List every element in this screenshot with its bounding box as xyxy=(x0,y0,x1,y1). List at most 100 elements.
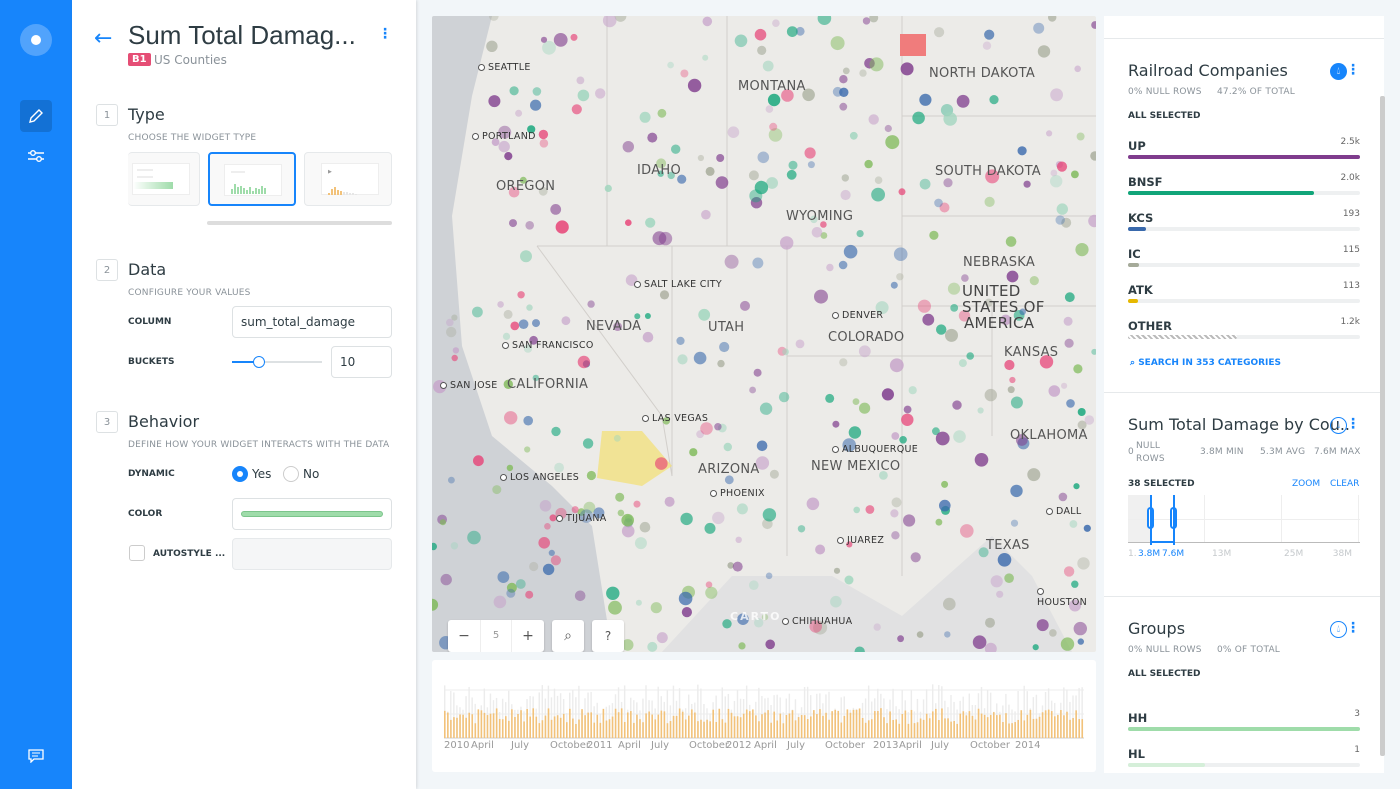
pencil-icon[interactable] xyxy=(20,100,52,132)
data-point xyxy=(497,301,504,308)
data-point xyxy=(884,124,892,133)
data-point xyxy=(1050,88,1063,102)
search-categories-link[interactable]: ⌕ SEARCH IN 353 CATEGORIES xyxy=(1130,358,1281,368)
dynamic-no-radio[interactable]: No xyxy=(283,466,319,482)
data-point xyxy=(532,319,540,328)
time-bar xyxy=(599,722,602,738)
widgets-scrollbar[interactable] xyxy=(1380,96,1385,756)
histogram-chart[interactable] xyxy=(1128,495,1360,545)
color-picker[interactable] xyxy=(232,498,392,530)
max-stat: 7.6M MAX xyxy=(1314,447,1361,457)
data-point xyxy=(862,17,871,25)
widget-type-histogram[interactable] xyxy=(208,152,296,206)
zoom-link[interactable]: ZOOM xyxy=(1292,479,1320,489)
data-point xyxy=(1048,385,1061,397)
time-bar xyxy=(1041,712,1044,738)
data-point xyxy=(1073,621,1087,636)
widget-type-category[interactable] xyxy=(128,152,200,206)
zoom-out-button[interactable]: − xyxy=(448,628,480,644)
color-drop-icon[interactable]: 💧︎ xyxy=(1330,621,1347,638)
data-point xyxy=(617,509,625,517)
sliders-icon[interactable] xyxy=(20,140,52,172)
time-bar xyxy=(736,716,739,738)
time-bar xyxy=(645,713,647,738)
data-point xyxy=(724,254,739,269)
more-options-icon[interactable]: ⋮ xyxy=(1346,620,1360,636)
widget-title[interactable]: Sum Total Damag... xyxy=(128,20,356,51)
buckets-input[interactable]: 10 xyxy=(331,346,392,378)
category-item[interactable]: HH 3 xyxy=(1128,707,1360,737)
widget-type-time-series[interactable]: ▶ xyxy=(304,152,392,206)
time-bar xyxy=(1047,709,1050,738)
data-point xyxy=(856,230,864,238)
more-options-icon[interactable]: ⋮ xyxy=(1346,416,1360,432)
data-point xyxy=(1069,520,1078,528)
time-series-widget[interactable]: 2010 April July October 2011 April July October… xyxy=(432,660,1096,772)
more-options-icon[interactable]: ⋮ xyxy=(378,26,392,42)
data-point xyxy=(929,230,939,240)
time-bar xyxy=(703,721,705,738)
data-point xyxy=(974,453,989,467)
category-item[interactable]: BNSF 2.0k xyxy=(1128,171,1360,201)
color-drop-icon[interactable]: 💧︎ xyxy=(1330,417,1347,434)
time-bar xyxy=(907,723,910,738)
color-drop-icon[interactable]: 💧︎ xyxy=(1330,63,1347,80)
category-name: BNSF xyxy=(1128,175,1163,189)
data-point xyxy=(606,586,620,600)
time-bar xyxy=(901,713,904,738)
dynamic-yes-radio[interactable]: Yes xyxy=(232,466,271,482)
data-point xyxy=(839,358,848,367)
data-point xyxy=(815,544,826,555)
data-point xyxy=(664,496,675,507)
help-button[interactable]: ? xyxy=(592,620,624,652)
search-button[interactable]: ⌕ xyxy=(552,620,584,652)
section-title: Data xyxy=(128,260,167,279)
time-bar xyxy=(511,709,513,738)
time-bar xyxy=(678,708,681,738)
time-bar xyxy=(529,716,531,738)
data-point xyxy=(452,347,460,354)
column-select[interactable]: sum_total_damage xyxy=(232,306,392,338)
clear-link[interactable]: CLEAR xyxy=(1330,479,1359,489)
time-bar xyxy=(837,710,840,738)
data-point xyxy=(652,231,667,246)
data-point xyxy=(833,567,841,574)
data-point xyxy=(984,29,995,40)
time-bar xyxy=(745,709,748,738)
autostyle-checkbox[interactable] xyxy=(129,545,145,561)
time-bar xyxy=(919,718,922,738)
data-point xyxy=(899,436,907,444)
logo-icon[interactable] xyxy=(20,24,52,56)
data-point xyxy=(944,631,951,638)
category-item[interactable]: IC 115 xyxy=(1128,243,1360,273)
data-point xyxy=(633,500,641,508)
map[interactable]: MONTANA NORTH DAKOTA IDAHO OREGON SOUTH DAKO… xyxy=(432,16,1096,652)
time-bar xyxy=(928,718,931,738)
category-item[interactable]: ATK 113 xyxy=(1128,279,1360,309)
type-carousel-scrollbar[interactable] xyxy=(207,221,392,225)
data-point xyxy=(705,166,715,176)
buckets-slider[interactable] xyxy=(232,356,322,368)
time-bar xyxy=(636,714,638,738)
data-point xyxy=(1010,484,1023,498)
color-label: COLOR xyxy=(128,509,163,519)
time-series-chart[interactable] xyxy=(444,684,1084,744)
data-point xyxy=(1006,270,1019,283)
data-point xyxy=(621,524,635,538)
time-bar xyxy=(505,716,507,738)
category-item[interactable]: HL 1 xyxy=(1128,743,1360,773)
data-point xyxy=(538,537,550,549)
more-options-icon[interactable]: ⋮ xyxy=(1346,62,1360,78)
category-item[interactable]: KCS 193 xyxy=(1128,207,1360,237)
data-point xyxy=(680,69,689,78)
time-bar xyxy=(733,716,736,738)
time-bar xyxy=(715,721,718,738)
back-arrow-icon[interactable]: ← xyxy=(94,26,112,51)
category-item[interactable]: UP 2.5k xyxy=(1128,135,1360,165)
category-item[interactable]: OTHER 1.2k xyxy=(1128,315,1360,345)
time-bar xyxy=(971,715,974,738)
chat-icon[interactable] xyxy=(20,740,52,772)
zoom-in-button[interactable]: + xyxy=(512,628,544,644)
time-bar xyxy=(1017,719,1019,738)
time-bar xyxy=(806,719,809,738)
